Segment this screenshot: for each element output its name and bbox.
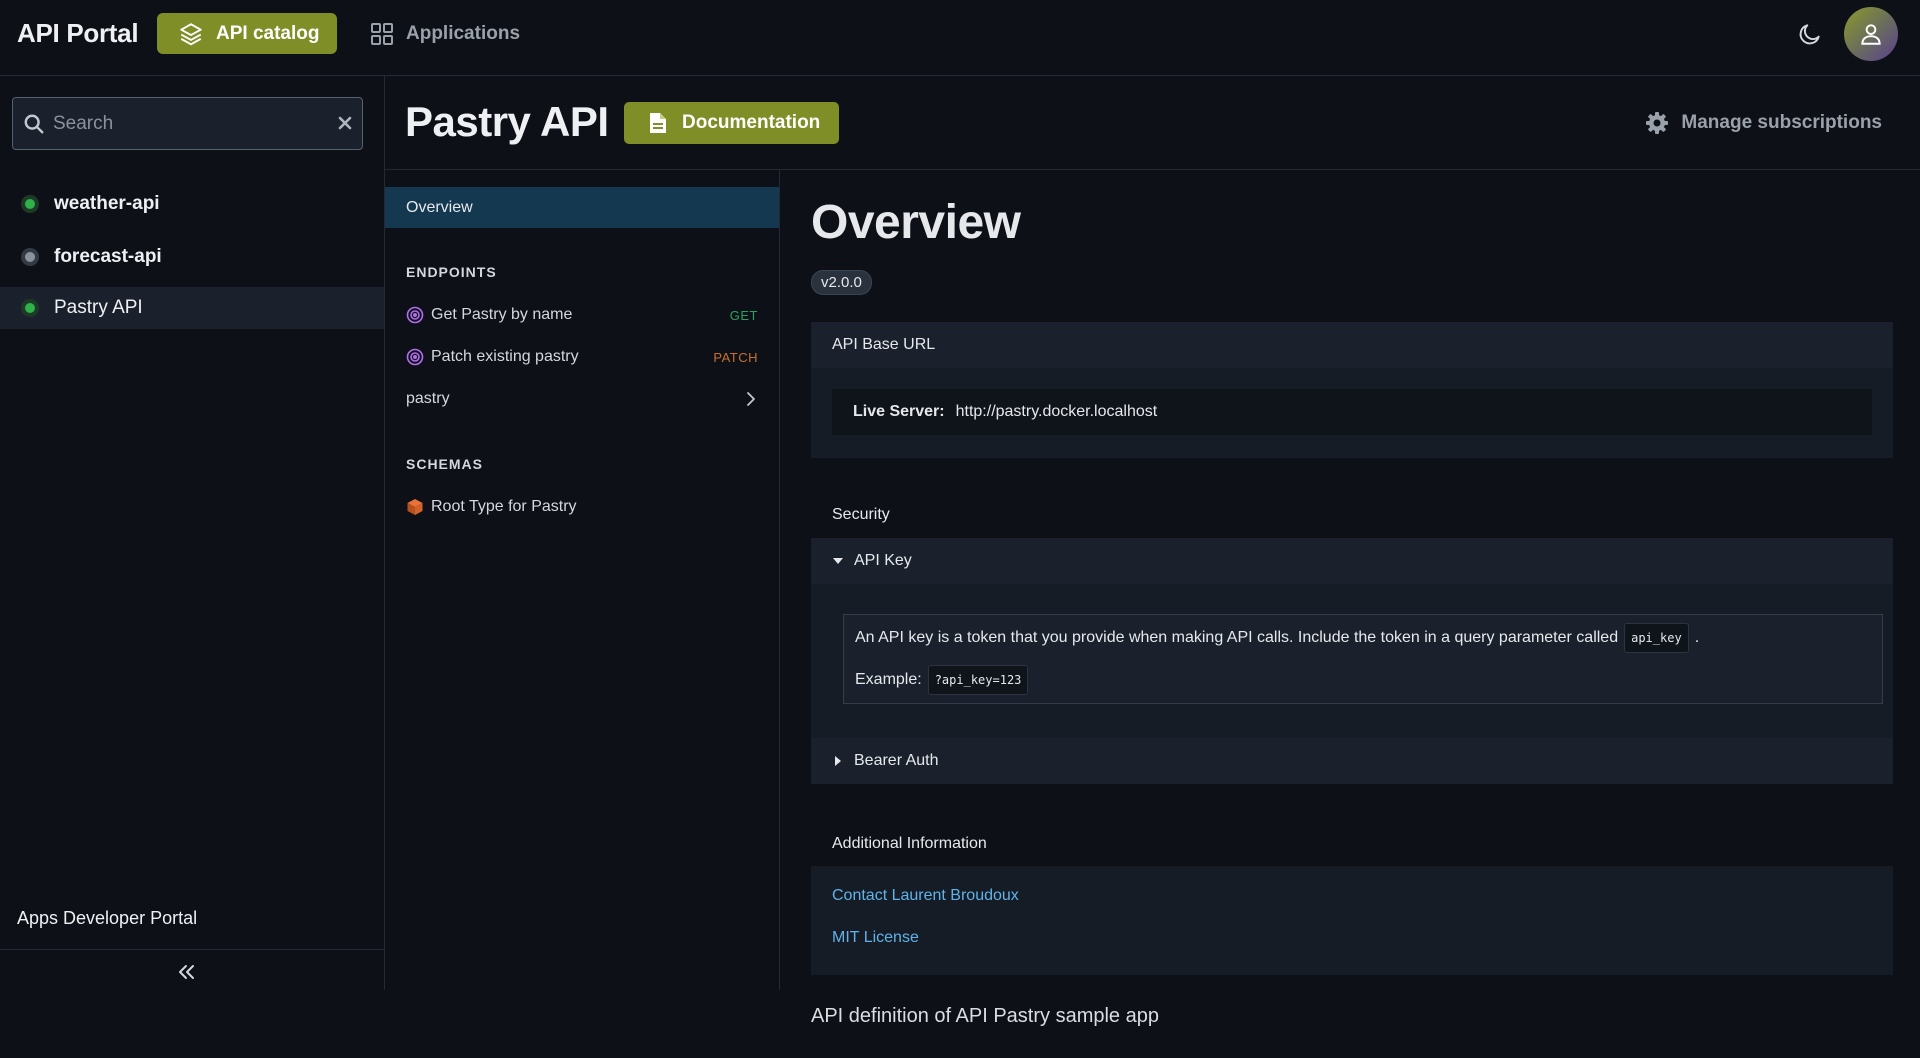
api-key-label: API Key — [854, 552, 912, 569]
search-box — [12, 97, 363, 150]
grid-icon — [370, 22, 394, 46]
sidebar-item-forecast-api[interactable]: forecast-api — [0, 236, 384, 278]
status-dot-icon — [21, 299, 39, 317]
api-key-panel: An API key is a token that you provide w… — [811, 584, 1893, 738]
manage-subscriptions-label: Manage subscriptions — [1681, 112, 1882, 133]
base-url-panel: Live Server: http://pastry.docker.localh… — [811, 368, 1893, 458]
security-heading: Security — [832, 506, 890, 523]
sidebar-item-label: forecast-api — [54, 246, 162, 267]
page-title: Pastry API — [405, 98, 609, 145]
applications-button[interactable]: Applications — [370, 13, 520, 54]
chevron-right-icon — [746, 391, 756, 407]
nav-item-root-type[interactable]: Root Type for Pastry — [385, 487, 779, 527]
api-header: Pastry API Documentation Manage subscrip… — [385, 76, 1920, 170]
bearer-auth-accordion[interactable]: Bearer Auth — [811, 738, 1893, 784]
base-url-heading: API Base URL — [811, 322, 1893, 368]
portal-footer-title: Apps Developer Portal — [17, 908, 198, 928]
sidebar-item-weather-api[interactable]: weather-api — [0, 183, 384, 225]
gear-icon — [1645, 111, 1669, 135]
layers-icon — [178, 21, 204, 47]
search-input[interactable] — [53, 98, 333, 149]
search-icon — [23, 113, 45, 135]
nav-item-get-pastry[interactable]: Get Pastry by name GET — [385, 295, 779, 335]
status-dot-icon — [21, 195, 39, 213]
endpoint-label: Get Pastry by name — [431, 306, 573, 323]
avatar[interactable] — [1844, 7, 1898, 61]
api-key-accordion[interactable]: API Key — [811, 538, 1893, 584]
group-label: pastry — [406, 390, 450, 407]
api-description: API definition of API Pastry sample app — [811, 1005, 1159, 1027]
collapse-sidebar-icon[interactable] — [175, 960, 199, 984]
endpoint-label: Patch existing pastry — [431, 348, 579, 365]
caret-right-icon — [832, 755, 844, 767]
cube-icon — [406, 498, 424, 516]
additional-info-panel: Contact Laurent Broudoux MIT License — [811, 866, 1893, 975]
method-badge: GET — [729, 307, 758, 323]
api-key-param: api_key — [1624, 623, 1689, 653]
api-key-text: An API key is a token that you provide w… — [855, 629, 1619, 646]
endpoint-icon — [406, 348, 424, 366]
api-sidebar: weather-api forecast-api Pastry API Apps… — [0, 76, 385, 990]
nav-item-patch-pastry[interactable]: Patch existing pastry PATCH — [385, 337, 779, 377]
example-value: ?api_key=123 — [927, 665, 1029, 695]
schemas-heading: SCHEMAS — [406, 456, 484, 472]
live-server-url[interactable]: http://pastry.docker.localhost — [956, 403, 1158, 421]
documentation-label: Documentation — [682, 112, 821, 133]
endpoints-heading: ENDPOINTS — [406, 264, 497, 280]
live-server-label: Live Server: — [853, 403, 945, 420]
document-icon — [648, 111, 668, 135]
additional-info-heading: Additional Information — [832, 835, 987, 852]
caret-down-icon — [832, 555, 844, 567]
sidebar-item-pastry-api[interactable]: Pastry API — [0, 287, 384, 329]
nav-item-overview[interactable]: Overview — [385, 187, 779, 228]
live-server-box: Live Server: http://pastry.docker.localh… — [832, 389, 1872, 435]
method-badge: PATCH — [713, 349, 758, 365]
top-bar: API Portal API catalog Applications — [0, 0, 1920, 76]
nav-group-pastry[interactable]: pastry — [385, 379, 779, 419]
endpoint-icon — [406, 306, 424, 324]
sidebar-item-label: Pastry API — [54, 297, 143, 318]
sidebar-divider — [0, 949, 384, 950]
overview-title: Overview — [811, 196, 1021, 249]
applications-label: Applications — [406, 22, 521, 44]
schema-label: Root Type for Pastry — [431, 498, 577, 515]
documentation-button[interactable]: Documentation — [624, 102, 839, 144]
api-catalog-button[interactable]: API catalog — [157, 13, 337, 54]
api-key-description: An API key is a token that you provide w… — [843, 614, 1883, 704]
license-link[interactable]: MIT License — [832, 929, 919, 947]
moon-icon[interactable] — [1797, 21, 1823, 47]
status-dot-icon — [21, 248, 39, 266]
version-badge: v2.0.0 — [811, 270, 872, 295]
manage-subscriptions-button[interactable]: Manage subscriptions — [1645, 111, 1882, 135]
sidebar-item-label: weather-api — [54, 193, 160, 214]
close-icon[interactable] — [337, 115, 353, 131]
api-key-after: . — [1694, 629, 1700, 646]
brand-title[interactable]: API Portal — [17, 18, 139, 49]
docs-navigation: Overview ENDPOINTS Get Pastry by name GE… — [385, 170, 780, 990]
contact-link[interactable]: Contact Laurent Broudoux — [832, 887, 1019, 905]
example-label: Example: — [855, 671, 922, 688]
api-catalog-label: API catalog — [216, 22, 320, 44]
bearer-auth-label: Bearer Auth — [854, 752, 939, 769]
user-icon — [1858, 21, 1884, 47]
